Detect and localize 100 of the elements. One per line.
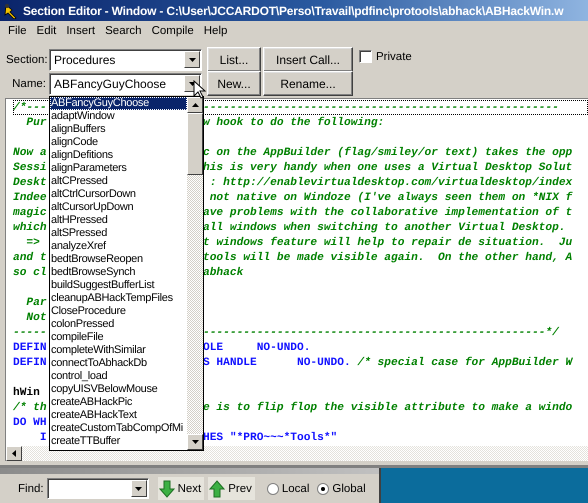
radio-label: Local xyxy=(282,482,310,494)
find-combo[interactable] xyxy=(46,478,149,499)
find-label: Find: xyxy=(18,482,44,494)
menu-item[interactable]: Insert xyxy=(61,24,100,36)
code-text: all windows when switching to another Virtual Desktop. xyxy=(203,222,566,234)
left-arrow-icon xyxy=(12,450,16,457)
arrow-down-icon xyxy=(158,480,175,498)
window-title: Section Editor - Window - C:\User\JCCARDOT\Perso\Travail\pdfinc\protools\abhack\ABHackWin.w xyxy=(23,4,564,18)
code-text: ave problems with the collaborative implementation of t xyxy=(203,206,572,218)
code-text: I xyxy=(38,432,47,444)
code-text: his is very handy when one uses a Virtual Desktop Solut xyxy=(203,162,572,174)
scroll-thumb[interactable] xyxy=(187,113,203,175)
list-item[interactable]: createABHackText xyxy=(50,409,187,422)
menu-item[interactable]: Search xyxy=(100,24,147,36)
name-combo[interactable]: ABFancyGuyChoose xyxy=(49,72,202,94)
code-text: ---------------------------------------------------*/ xyxy=(203,326,559,338)
horizontal-scrollbar[interactable] xyxy=(6,446,588,461)
list-item[interactable]: compileFile xyxy=(50,331,187,344)
scroll-up-button[interactable] xyxy=(187,97,203,113)
code-text: : http://enablevirtualdesktop.com/virtualdesktop/index xyxy=(208,176,572,188)
dropdown-button[interactable] xyxy=(130,480,147,497)
code-text: and t xyxy=(13,252,47,264)
list-item[interactable]: bedtBrowseSynch xyxy=(50,266,187,279)
down-arrow-icon xyxy=(192,440,198,444)
code-text: ----------------------------------------------------- xyxy=(203,102,559,114)
vertical-scrollbar[interactable] xyxy=(187,97,203,450)
list-item[interactable]: buildSuggestBufferList xyxy=(50,279,187,292)
scroll-left-button[interactable] xyxy=(6,446,22,461)
code-text: /*--- xyxy=(13,102,47,114)
code-text: Pur xyxy=(25,116,47,128)
list-item[interactable]: alignParameters xyxy=(50,162,187,175)
field-label: Name: xyxy=(11,78,46,90)
action-button[interactable]: List... xyxy=(207,47,261,72)
list-item[interactable]: altCtrlCursorDown xyxy=(50,188,187,201)
dropdown-button[interactable] xyxy=(184,51,200,68)
list-item[interactable]: altSPressed xyxy=(50,227,187,240)
code-text: DO WH xyxy=(13,416,47,428)
list-item[interactable]: alignDefitions xyxy=(50,149,187,162)
scroll-down-button[interactable] xyxy=(187,434,203,450)
arrow-up-icon xyxy=(209,480,226,498)
list-item[interactable]: createTTBuffer xyxy=(50,435,187,448)
code-text: => xyxy=(25,236,40,248)
list-item[interactable]: control_load xyxy=(50,370,187,383)
code-text: HES "*PRO~~~*Tools*" xyxy=(203,432,338,444)
list-item[interactable]: altCPressed xyxy=(50,175,187,188)
list-item[interactable]: createABHackPic xyxy=(50,396,187,409)
list-item[interactable]: alignCode xyxy=(50,136,187,149)
list-item[interactable]: cleanupABHackTempFiles xyxy=(50,292,187,305)
code-text: Not xyxy=(25,312,47,324)
code-text: ----- xyxy=(13,326,47,338)
menu-item[interactable]: Help xyxy=(198,24,232,36)
code-text: which xyxy=(13,222,47,234)
list-item[interactable]: altHPressed xyxy=(50,214,187,227)
radio-label: Global xyxy=(332,482,366,494)
radio-button[interactable] xyxy=(317,482,330,494)
code-text: Now a xyxy=(13,146,47,158)
code-text: not native on Windoze (I've always seen them on *NIX f xyxy=(208,192,572,204)
action-button[interactable]: Rename... xyxy=(263,71,353,96)
radio-button[interactable] xyxy=(266,482,279,494)
list-item[interactable]: copyUISVBelowMouse xyxy=(50,383,187,396)
list-item[interactable]: completeWithSimilar xyxy=(50,344,187,357)
list-item[interactable]: colonPressed xyxy=(50,318,187,331)
menu-item[interactable]: File xyxy=(3,24,32,36)
list-item[interactable]: analyzeXref xyxy=(50,240,187,253)
code-text: Indee xyxy=(13,192,47,204)
private-checkbox[interactable] xyxy=(359,50,372,63)
list-item[interactable]: ABFancyGuyChoose xyxy=(50,97,187,110)
list-item[interactable]: connectToAbhackDb xyxy=(50,357,187,370)
app-icon xyxy=(3,2,19,18)
code-text: /* special case for AppBuilder W xyxy=(356,356,572,368)
list-item[interactable]: alignBuffers xyxy=(50,123,187,136)
field-label: Section: xyxy=(6,54,46,66)
down-arrow-icon xyxy=(188,58,196,62)
action-button[interactable]: New... xyxy=(207,71,261,96)
find-button[interactable]: Next xyxy=(158,477,204,500)
menu-item[interactable]: Edit xyxy=(32,24,62,36)
menu-item[interactable]: Compile xyxy=(146,24,199,36)
code-text: tools will be made visible again. On the other hand, A xyxy=(203,252,572,264)
list-item[interactable]: adaptWindow xyxy=(50,110,187,123)
list-item[interactable]: createCustomTabCompOfMi xyxy=(50,422,187,435)
list-item[interactable]: CloseProcedure xyxy=(50,305,187,318)
list-item[interactable]: bedtBrowseReopen xyxy=(50,253,187,266)
code-text: DEFIN xyxy=(13,356,47,368)
code-text: OLE NO-UNDO. xyxy=(203,342,310,354)
code-text: t windows feature will help to repair de situation. Ju xyxy=(203,236,572,248)
code-text: magic xyxy=(13,206,47,218)
up-arrow-icon xyxy=(192,103,198,107)
code-text: DEFIN xyxy=(13,342,47,354)
action-button[interactable]: Insert Call... xyxy=(263,47,353,72)
down-arrow-icon xyxy=(135,486,142,490)
code-text: /* th xyxy=(13,402,47,414)
section-combo[interactable]: Procedures xyxy=(49,48,202,70)
code-text: Deskt xyxy=(13,176,47,188)
code-text: so cl xyxy=(13,266,47,278)
list-item[interactable]: altCursorUpDown xyxy=(50,201,187,214)
code-text: Sessi xyxy=(13,162,47,174)
code-text: abhack xyxy=(203,266,244,278)
dropdown-list[interactable] xyxy=(49,96,204,451)
find-button[interactable]: Prev xyxy=(208,477,255,500)
code-text: hWin xyxy=(13,386,40,398)
